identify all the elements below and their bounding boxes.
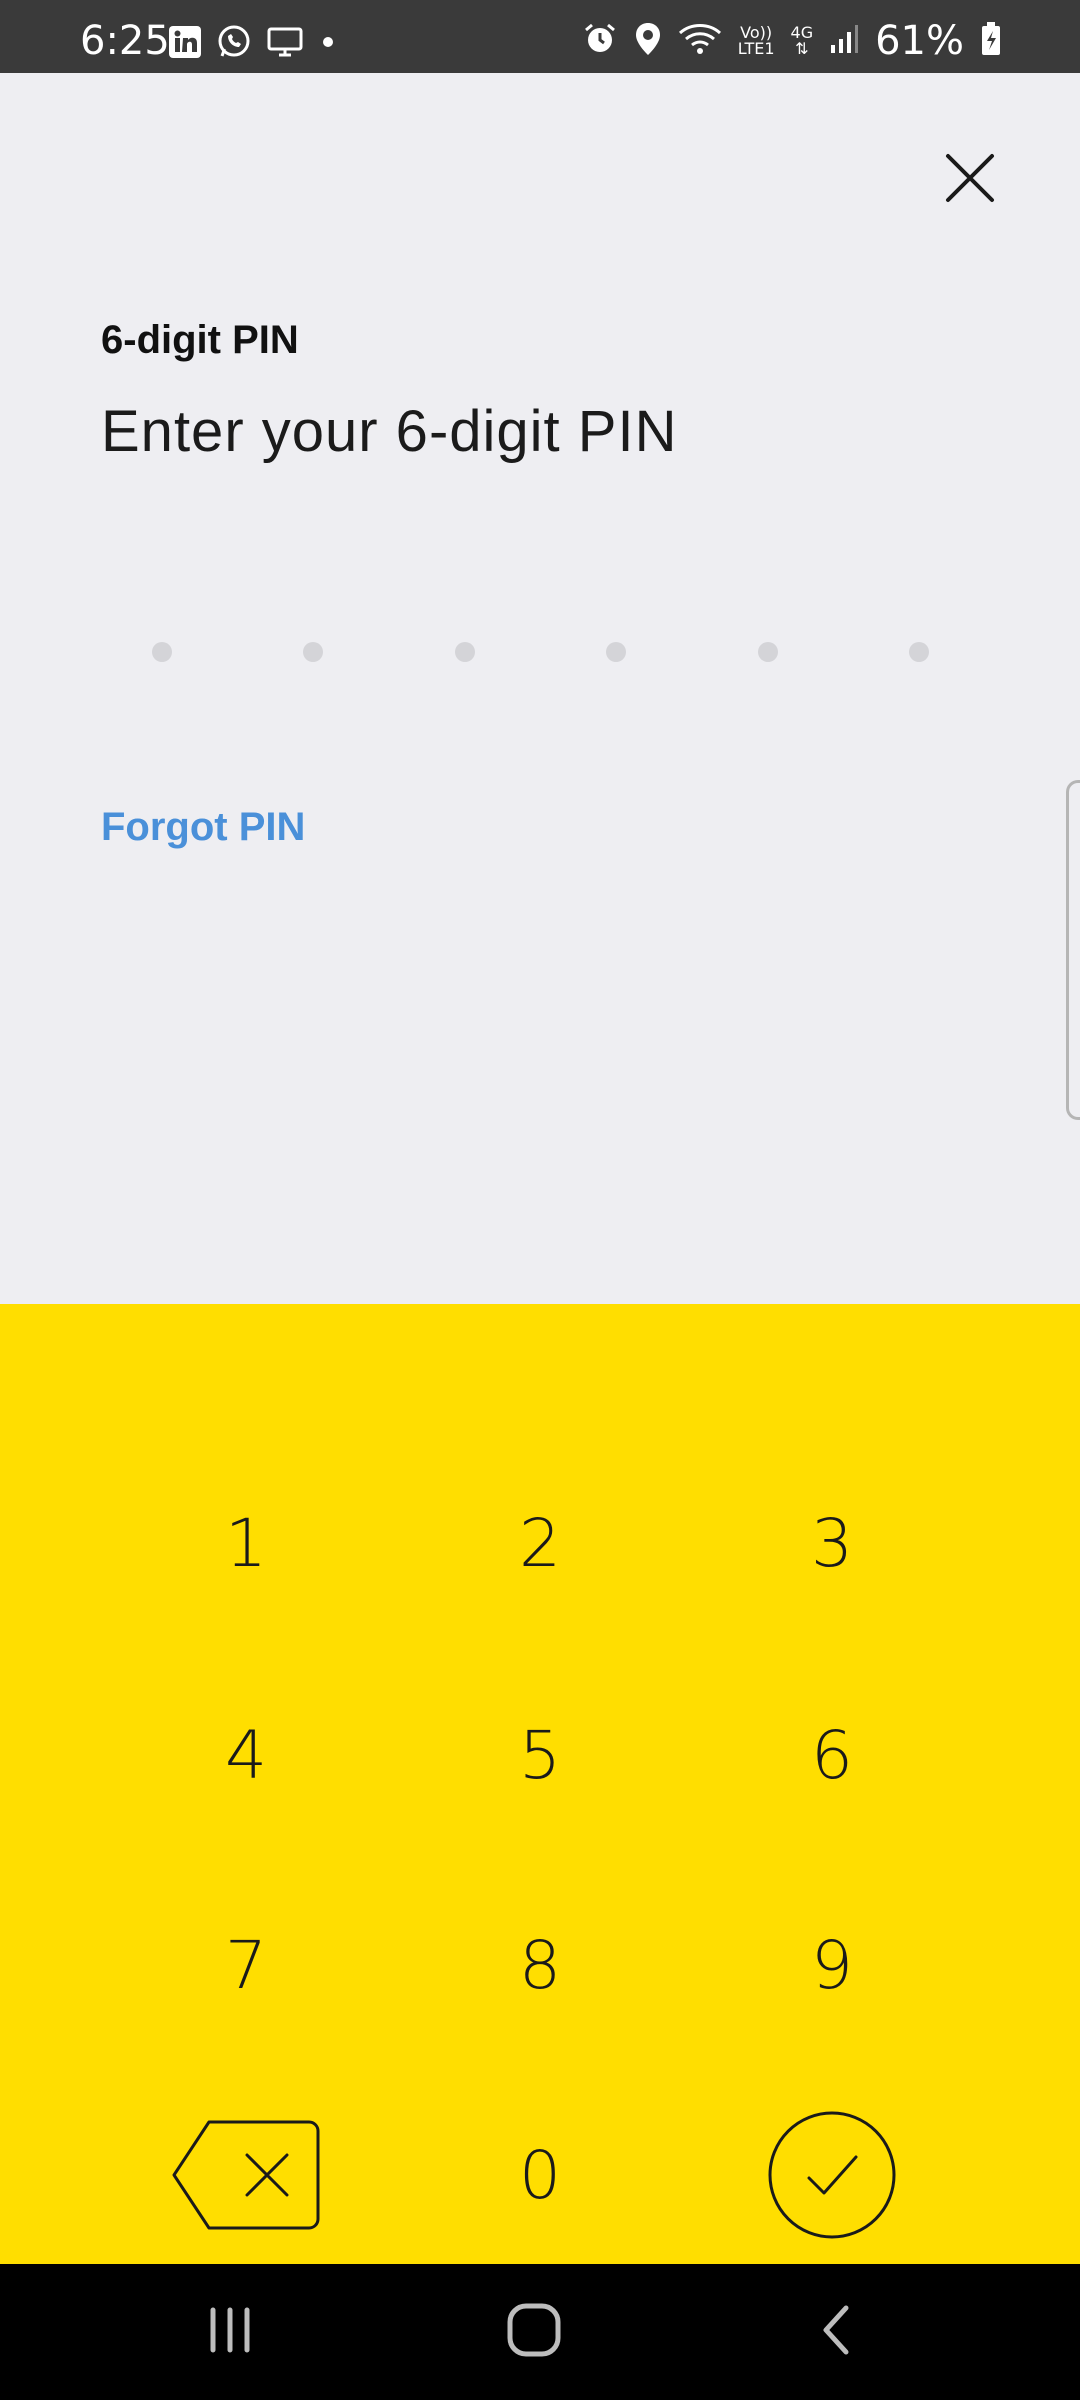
home-button[interactable] bbox=[474, 2292, 594, 2372]
pin-dot bbox=[455, 642, 475, 662]
recents-icon bbox=[205, 2305, 255, 2360]
location-icon bbox=[634, 21, 662, 62]
key-6[interactable]: 6 bbox=[722, 1670, 942, 1840]
notification-icons bbox=[168, 24, 338, 65]
edge-panel-handle[interactable] bbox=[1066, 780, 1080, 1120]
status-bar: 6:25 Vo)) LTE1 4G ⇅ 61% bbox=[0, 0, 1080, 73]
key-0[interactable]: 0 bbox=[430, 2090, 650, 2260]
system-nav-bar bbox=[0, 2264, 1080, 2400]
key-9[interactable]: 9 bbox=[722, 1880, 942, 2050]
volte-bottom: LTE1 bbox=[737, 39, 775, 58]
pin-dot bbox=[758, 642, 778, 662]
recents-button[interactable] bbox=[170, 2292, 290, 2372]
forgot-pin-link[interactable]: Forgot PIN bbox=[101, 805, 305, 850]
close-icon bbox=[944, 152, 996, 209]
pin-dot bbox=[606, 642, 626, 662]
pin-dot bbox=[152, 642, 172, 662]
whatsapp-icon bbox=[216, 24, 252, 65]
backspace-icon bbox=[171, 2119, 321, 2247]
pin-dot bbox=[909, 642, 929, 662]
key-8[interactable]: 8 bbox=[430, 1880, 650, 2050]
key-5[interactable]: 5 bbox=[430, 1670, 650, 1840]
home-icon bbox=[506, 2302, 562, 2363]
screen-icon bbox=[266, 25, 304, 64]
wifi-icon bbox=[678, 21, 722, 62]
number-keypad: 1 2 3 4 5 6 7 8 9 0 bbox=[0, 1304, 1080, 2264]
check-icon bbox=[767, 2110, 897, 2256]
status-time: 6:25 bbox=[80, 18, 170, 64]
page-title: Enter your 6-digit PIN bbox=[101, 399, 678, 464]
alarm-icon bbox=[582, 21, 618, 62]
system-icons: Vo)) LTE1 4G ⇅ 61% bbox=[582, 18, 1002, 64]
pin-label: 6-digit PIN bbox=[101, 318, 299, 362]
battery-percent: 61% bbox=[875, 18, 964, 64]
key-2[interactable]: 2 bbox=[430, 1458, 650, 1628]
key-1[interactable]: 1 bbox=[136, 1458, 356, 1628]
linkedin-icon bbox=[168, 25, 202, 64]
back-button[interactable] bbox=[776, 2292, 896, 2372]
battery-icon bbox=[980, 21, 1002, 62]
key-4[interactable]: 4 bbox=[136, 1670, 356, 1840]
volte-label: Vo)) LTE1 bbox=[738, 25, 775, 57]
back-icon bbox=[816, 2302, 856, 2363]
data-arrows-icon: ⇅ bbox=[795, 39, 809, 58]
key-3[interactable]: 3 bbox=[722, 1458, 942, 1628]
key-7[interactable]: 7 bbox=[136, 1880, 356, 2050]
pin-dot bbox=[303, 642, 323, 662]
network-type: 4G ⇅ bbox=[791, 25, 814, 57]
backspace-button[interactable] bbox=[136, 2098, 356, 2268]
dot-icon bbox=[318, 32, 338, 57]
close-button[interactable] bbox=[930, 140, 1010, 220]
pin-dots[interactable] bbox=[142, 640, 938, 664]
confirm-button[interactable] bbox=[722, 2098, 942, 2268]
signal-icon bbox=[829, 23, 859, 60]
